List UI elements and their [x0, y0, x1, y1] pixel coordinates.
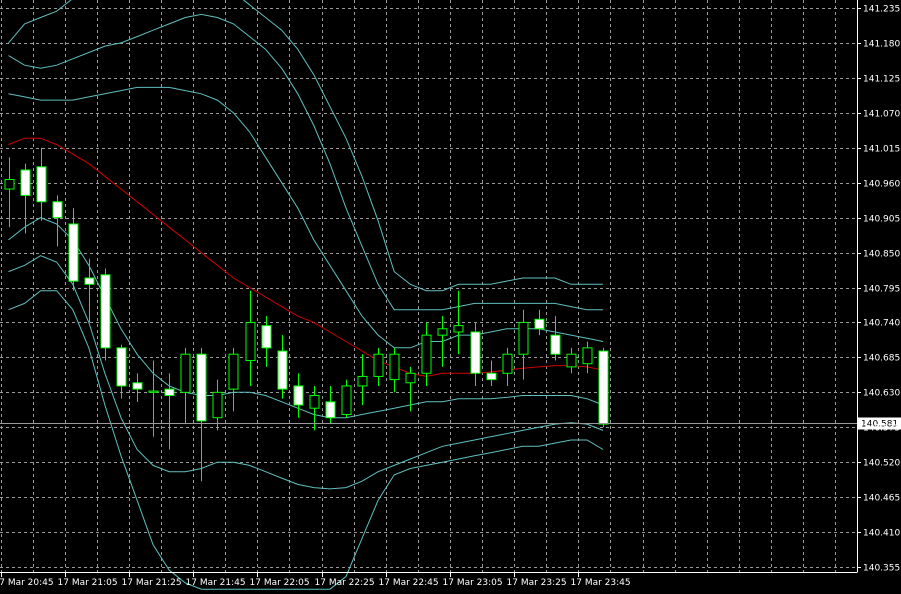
candle-body	[293, 385, 304, 406]
candle-body	[470, 331, 481, 374]
x-tick-label: 17 Mar 22:25	[315, 578, 375, 588]
y-tick-label: 140.520	[863, 459, 900, 469]
candle-body	[341, 385, 352, 416]
y-tick-label: 140.740	[863, 319, 900, 329]
y-tick-label: 141.180	[863, 40, 900, 50]
candle-body	[132, 382, 143, 390]
candle-body	[453, 325, 464, 333]
x-tick-label: 17 Mar 21:05	[58, 578, 118, 588]
candle-body	[261, 325, 272, 349]
x-tick-label: 17 Mar 23:05	[443, 578, 503, 588]
candle-body	[582, 347, 593, 365]
candle-body	[148, 390, 159, 393]
candle-body	[20, 169, 31, 196]
candle-body	[550, 334, 561, 355]
candle-body	[196, 353, 207, 422]
y-tick-label: 140.960	[863, 180, 900, 190]
price-chart[interactable]: 140.581 141.235 141.180 141.125 141.070 141.…	[0, 0, 901, 590]
candle-body	[100, 274, 111, 349]
y-tick-label: 141.015	[863, 145, 900, 155]
candle-body	[486, 372, 497, 381]
y-tick-label: 140.575	[863, 424, 900, 434]
candle-body	[212, 391, 223, 419]
y-tick-label: 141.125	[863, 75, 900, 85]
x-tick-label: 17 Mar 21:25	[122, 578, 182, 588]
candle-body	[502, 353, 513, 374]
candle-body	[245, 321, 256, 362]
candle-body	[389, 353, 400, 381]
candle-body	[277, 350, 288, 390]
candle-body	[373, 353, 384, 377]
y-tick-label: 140.630	[863, 389, 900, 399]
candle-body	[52, 201, 63, 219]
candle-body	[228, 353, 239, 390]
candle-body	[357, 375, 368, 387]
x-tick-label: 17 Mar 22:05	[250, 578, 310, 588]
x-tick-label: 17 Mar 20:45	[0, 578, 54, 588]
y-tick-label: 140.685	[863, 354, 900, 364]
y-tick-label: 141.070	[863, 110, 900, 120]
candle-body	[405, 372, 416, 384]
candle	[598, 347, 609, 428]
candle-body	[518, 321, 529, 355]
candle-body	[437, 328, 448, 336]
candle-body	[4, 179, 15, 190]
x-tick-label: 17 Mar 23:45	[571, 578, 631, 588]
candle-body	[116, 347, 127, 387]
candle-body	[309, 394, 320, 409]
y-tick-label: 140.465	[863, 494, 900, 504]
y-tick-label: 141.235	[863, 5, 900, 15]
candle-body	[84, 277, 95, 285]
x-tick-label: 17 Mar 22:45	[379, 578, 439, 588]
y-tick-label: 140.355	[863, 564, 900, 574]
x-tick-label: 17 Mar 23:25	[507, 578, 567, 588]
candle-body	[534, 318, 545, 330]
x-tick-label: 17 Mar 21:45	[186, 578, 246, 588]
candle-body	[164, 388, 175, 396]
y-tick-label: 140.410	[863, 529, 900, 539]
candle-body	[325, 401, 336, 419]
y-tick-label: 140.905	[863, 215, 900, 225]
candle-body	[421, 334, 432, 374]
candle-body	[68, 223, 79, 282]
price-chart-svg: 140.581 141.235141.180141.125141.070141.…	[0, 0, 901, 590]
candle	[100, 268, 111, 361]
y-tick-label: 140.795	[863, 285, 900, 295]
candle-body	[566, 353, 577, 368]
candle-body	[180, 353, 191, 393]
candle-body	[598, 350, 609, 425]
candle-body	[36, 166, 47, 203]
y-tick-label: 140.850	[863, 250, 900, 260]
